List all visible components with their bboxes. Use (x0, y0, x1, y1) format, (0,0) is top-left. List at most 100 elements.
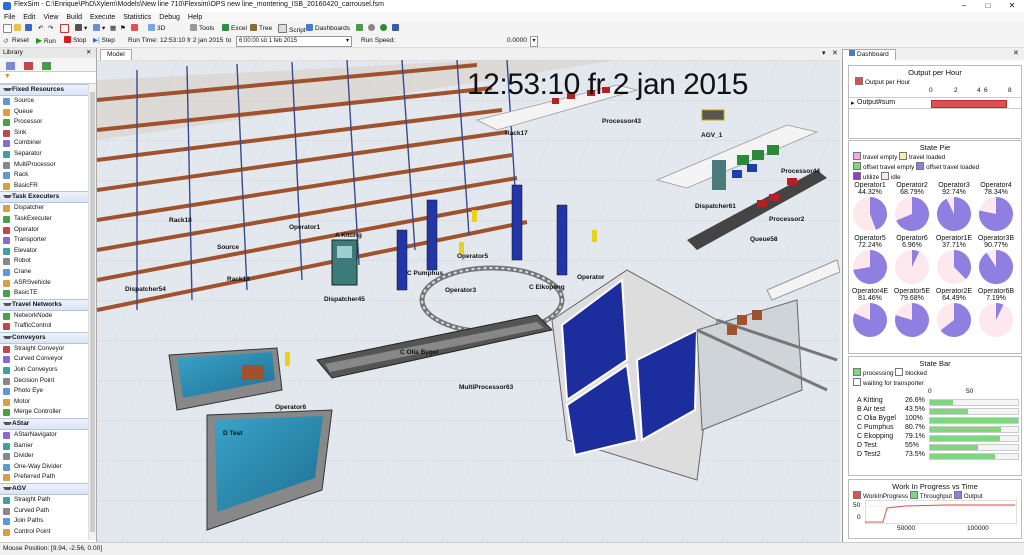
library-item-merge-controller[interactable]: Merge Controller (0, 407, 96, 418)
library-tab-visual-icon[interactable] (24, 62, 33, 70)
menu-execute[interactable]: Execute (86, 12, 119, 23)
toolbar-tree[interactable]: Tree (250, 24, 272, 34)
toolbar-dashboards[interactable]: Dashboards (306, 24, 350, 34)
toolbar-excel[interactable]: Excel (222, 24, 247, 34)
menu-edit[interactable]: Edit (19, 12, 39, 23)
toolbar-tools[interactable]: Tools (190, 24, 214, 34)
library-item-dispatcher[interactable]: Dispatcher (0, 203, 96, 214)
library-item-crane[interactable]: Crane (0, 267, 96, 278)
3d-view-icon[interactable] (356, 24, 365, 34)
stop-time-dropdown-icon[interactable]: ▾ (346, 36, 349, 46)
stop-time-select[interactable]: 6:00:00 sö 1 feb 2015 (236, 36, 352, 47)
library-group-3[interactable]: Conveyors (0, 331, 96, 344)
library-item-source[interactable]: Source (0, 96, 96, 107)
library-item-operator[interactable]: Operator (0, 225, 96, 236)
library-item-basicfr[interactable]: BasicFR (0, 181, 96, 192)
library-item-multiprocessor[interactable]: MultiProcessor (0, 160, 96, 171)
library-item-sink[interactable]: Sink (0, 128, 96, 139)
library-item-barrier[interactable]: Barrier (0, 441, 96, 452)
library-item-motor[interactable]: Motor (0, 397, 96, 408)
close-button[interactable]: ✕ (1000, 0, 1024, 11)
paint-icon[interactable] (131, 24, 140, 34)
library-tab-objects-icon[interactable] (6, 62, 15, 70)
library-item-curved-conveyor[interactable]: Curved Conveyor (0, 354, 96, 365)
library-item-taskexecuter[interactable]: TaskExecuter (0, 214, 96, 225)
undo-icon[interactable]: ↶ (38, 24, 43, 34)
library-item-separator[interactable]: Separator (0, 149, 96, 160)
flexsim-icon[interactable] (392, 24, 401, 34)
new-file-icon[interactable] (3, 24, 14, 34)
tab-model[interactable]: Model (100, 49, 132, 60)
tab-dashboard[interactable]: Dashboard (842, 49, 896, 60)
snap-icon[interactable]: ▾ (93, 24, 105, 34)
menu-debug[interactable]: Debug (155, 12, 184, 23)
library-close-icon[interactable]: ✕ (86, 48, 91, 58)
library-item-astarnavigator[interactable]: AStarNavigator (0, 430, 96, 441)
wip-vs-time-widget[interactable]: Work In Progress vs Time WorkInProgress … (848, 479, 1022, 539)
pie-chart (895, 250, 929, 284)
library-item-networknode[interactable]: NetworkNode (0, 311, 96, 322)
state-bar-widget[interactable]: State Bar processing blocked waiting for… (848, 356, 1022, 476)
run-speed-dropdown-icon[interactable]: ▾ (530, 36, 538, 47)
menu-build[interactable]: Build (62, 12, 86, 23)
minimize-button[interactable]: – (952, 0, 976, 11)
library-item-trafficcontrol[interactable]: TrafficControl (0, 321, 96, 332)
reset-button[interactable]: ↺ Reset (3, 36, 29, 46)
library-item-preferred-path[interactable]: Preferred Path (0, 472, 96, 483)
library-item-elevator[interactable]: Elevator (0, 246, 96, 257)
toolbar-3d[interactable]: 3D (148, 24, 165, 34)
help-icon[interactable] (380, 24, 389, 34)
library-item-decision-point[interactable]: Decision Point (0, 376, 96, 387)
select-mode-icon[interactable] (60, 24, 71, 34)
library-item-divider[interactable]: Divider (0, 451, 96, 462)
menu-statistics[interactable]: Statistics (119, 12, 155, 23)
library-group-4[interactable]: AStar (0, 418, 96, 431)
save-icon[interactable] (25, 24, 34, 34)
library-group-1[interactable]: Task Executers (0, 191, 96, 204)
library-search[interactable]: ▼ (0, 72, 96, 84)
state-pie-widget[interactable]: State Pie travel empty travel loaded off… (848, 140, 1022, 354)
library-item-curved-path[interactable]: Curved Path (0, 506, 96, 517)
library-item-one-way-divider[interactable]: One-Way Divider (0, 462, 96, 473)
grid-icon[interactable]: ▦ (110, 24, 116, 34)
menu-help[interactable]: Help (184, 12, 206, 23)
library-scrollbar[interactable] (88, 84, 96, 540)
library-item-asrsvehicle[interactable]: ASRSvehicle (0, 278, 96, 289)
menu-view[interactable]: View (39, 12, 62, 23)
library-scrollbar-thumb[interactable] (90, 92, 95, 532)
library-item-robot[interactable]: Robot (0, 256, 96, 267)
library-item-control-point[interactable]: Control Point (0, 527, 96, 538)
library-group-5[interactable]: AGV (0, 483, 96, 495)
flag-icon[interactable]: ⚑ (120, 24, 126, 34)
record-icon[interactable] (368, 24, 377, 34)
library-item-join-conveyors[interactable]: Join Conveyors (0, 365, 96, 376)
dashboard-close-icon[interactable]: ✕ (1013, 49, 1019, 57)
output-per-hour-widget[interactable]: Output per Hour Output per Hour 0 2 4 6 … (848, 65, 1022, 139)
step-button[interactable]: ▶| Step (93, 36, 115, 46)
library-item-basicte[interactable]: BasicTE (0, 288, 96, 299)
run-button[interactable]: ▶ Run (36, 36, 56, 46)
library-item-photo-eye[interactable]: Photo Eye (0, 386, 96, 397)
library-group-2[interactable]: Travel Networks (0, 298, 96, 311)
library-group-0[interactable]: Fixed Resources (0, 84, 96, 96)
model-tab-menu-icon[interactable]: ▾ (822, 49, 826, 57)
toolbar-script[interactable]: Script (278, 24, 306, 34)
open-folder-icon[interactable] (14, 24, 23, 34)
library-item-rack[interactable]: Rack (0, 170, 96, 181)
library-item-straight-conveyor[interactable]: Straight Conveyor (0, 344, 96, 355)
redo-icon[interactable]: ↷ (48, 24, 53, 34)
model-3d-view[interactable]: 12:53:10 fr 2 jan 2015 Rack17 Processor4… (97, 60, 840, 542)
library-item-transporter[interactable]: Transporter (0, 235, 96, 246)
stop-button[interactable]: Stop (64, 36, 86, 46)
library-item-join-paths[interactable]: Join Paths (0, 516, 96, 527)
model-tab-close-icon[interactable]: ✕ (832, 49, 838, 57)
connect-mode-icon[interactable]: ▾ (75, 24, 87, 34)
menu-file[interactable]: File (0, 12, 19, 23)
factory-scene (97, 60, 840, 542)
library-item-combiner[interactable]: Combiner (0, 138, 96, 149)
library-tab-tools-icon[interactable] (42, 62, 51, 70)
library-item-straight-path[interactable]: Straight Path (0, 495, 96, 506)
library-item-queue[interactable]: Queue (0, 107, 96, 118)
library-item-processor[interactable]: Processor (0, 117, 96, 128)
maximize-button[interactable]: □ (976, 0, 1000, 11)
